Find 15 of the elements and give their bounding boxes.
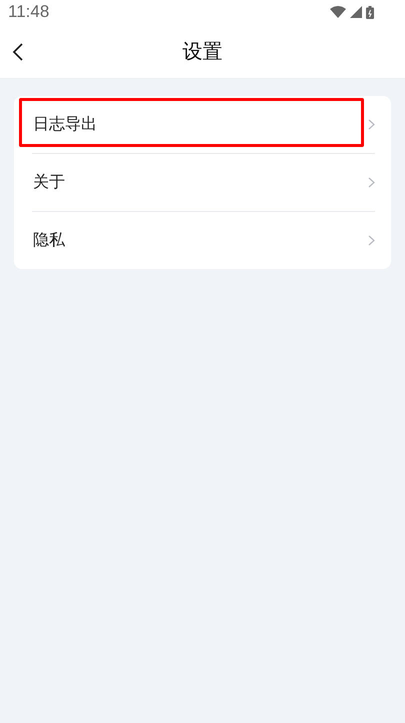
- back-icon[interactable]: [12, 42, 24, 62]
- item-label: 日志导出: [33, 114, 97, 135]
- status-time: 11:48: [8, 2, 50, 22]
- settings-item[interactable]: 关于: [32, 153, 375, 211]
- chevron-icon: [368, 235, 375, 246]
- chevron-icon: [368, 119, 375, 130]
- settings-item[interactable]: 隐私: [32, 211, 375, 269]
- page-title: 设置: [182, 38, 222, 64]
- item-label: 隐私: [33, 230, 65, 251]
- settings-item[interactable]: 日志导出: [32, 96, 375, 153]
- wifi-icon: [330, 6, 346, 18]
- item-label: 关于: [33, 172, 65, 193]
- signal-icon: [350, 6, 362, 18]
- battery-icon: [366, 6, 374, 18]
- chevron-icon: [368, 177, 375, 188]
